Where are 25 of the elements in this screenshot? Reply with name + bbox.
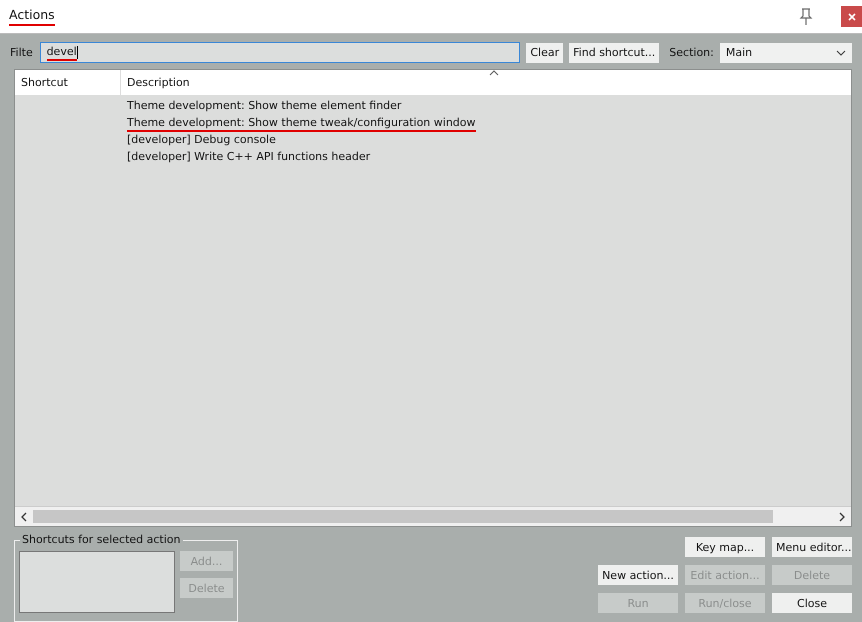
pin-icon[interactable] [799, 8, 813, 26]
filter-field[interactable]: devel [40, 42, 520, 63]
shortcuts-list[interactable] [19, 551, 175, 613]
dialog-button[interactable]: Key map... [685, 537, 765, 557]
dialog-button[interactable]: New action... [598, 565, 678, 585]
close-button[interactable] [841, 6, 862, 27]
sort-icon[interactable] [489, 70, 499, 76]
dialog-button[interactable]: Menu editor... [772, 537, 852, 557]
filter-label: Filte [10, 46, 34, 59]
window-title: Actions [9, 7, 55, 26]
chevron-icon [836, 50, 846, 56]
close-icon [848, 12, 856, 20]
column-header[interactable]: Description [121, 70, 190, 95]
column-header[interactable]: Shortcut [15, 70, 121, 95]
dialog-button[interactable]: Close [772, 593, 852, 613]
clear-button[interactable]: Clear [526, 42, 564, 62]
table-cell[interactable]: Theme development: Show theme element finder [127, 99, 402, 113]
section-dropdown[interactable]: Main [720, 42, 852, 62]
section-label: Section: [669, 46, 714, 59]
table-cell[interactable]: Theme development: Show theme tweak/configuration window [127, 116, 476, 132]
table-cell[interactable]: [developer] Write C++ API functions header [127, 150, 370, 164]
group-title: Shortcuts for selected action [20, 533, 182, 546]
find-shortcut-button[interactable]: Find shortcut... [569, 42, 660, 62]
horizontal-scrollbar[interactable] [15, 506, 851, 526]
table-cell[interactable]: [developer] Debug console [127, 133, 276, 147]
